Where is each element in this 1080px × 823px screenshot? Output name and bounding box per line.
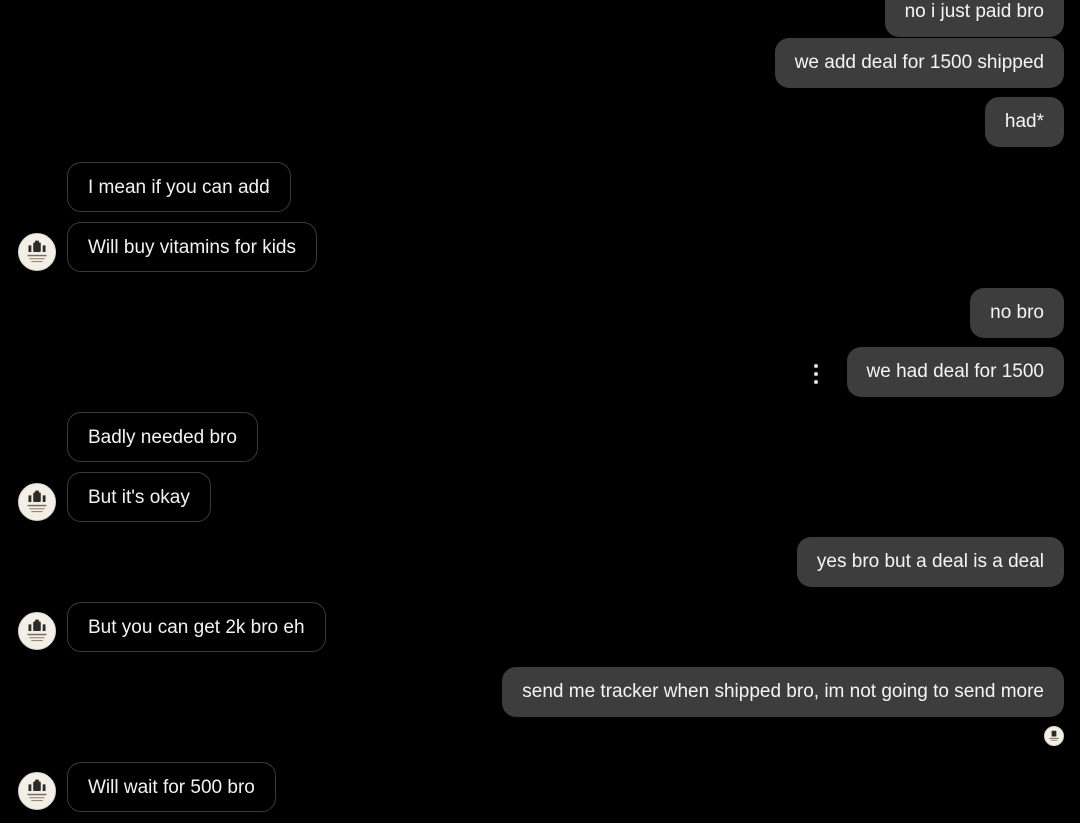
message-thread: no i just paid bro we add deal for 1500 …	[0, 0, 1080, 823]
contact-avatar-icon[interactable]	[18, 483, 56, 521]
seen-receipt-avatar-icon	[1044, 726, 1064, 746]
sent-message-bubble[interactable]: no bro	[970, 288, 1064, 338]
received-message-bubble[interactable]: But you can get 2k bro eh	[67, 602, 326, 652]
received-message-bubble[interactable]: Will buy vitamins for kids	[67, 222, 317, 272]
contact-avatar-graphic	[19, 613, 55, 649]
more-options-icon[interactable]	[805, 359, 827, 389]
sent-message-bubble[interactable]: yes bro but a deal is a deal	[796, 537, 1064, 587]
more-dot	[814, 372, 818, 376]
contact-avatar-graphic	[19, 234, 55, 270]
more-dot	[814, 364, 818, 368]
contact-avatar-graphic	[19, 484, 55, 520]
contact-avatar-icon[interactable]	[18, 233, 56, 271]
received-message-bubble[interactable]: Badly needed bro	[67, 412, 258, 462]
received-message-bubble[interactable]: But it's okay	[67, 472, 211, 522]
sent-message-bubble[interactable]: no i just paid bro	[884, 0, 1064, 37]
contact-avatar-icon[interactable]	[18, 612, 56, 650]
sent-message-bubble[interactable]: had*	[984, 97, 1064, 147]
received-message-bubble[interactable]: Will wait for 500 bro	[67, 762, 276, 812]
received-message-bubble[interactable]: I mean if you can add	[67, 162, 291, 212]
sent-message-bubble[interactable]: we had deal for 1500	[846, 347, 1064, 397]
sent-message-bubble[interactable]: we add deal for 1500 shipped	[774, 38, 1064, 88]
more-dot	[814, 380, 818, 384]
seen-avatar-graphic	[1045, 727, 1063, 745]
contact-avatar-graphic	[19, 773, 55, 809]
sent-message-bubble[interactable]: send me tracker when shipped bro, im not…	[502, 667, 1064, 717]
contact-avatar-icon[interactable]	[18, 772, 56, 810]
